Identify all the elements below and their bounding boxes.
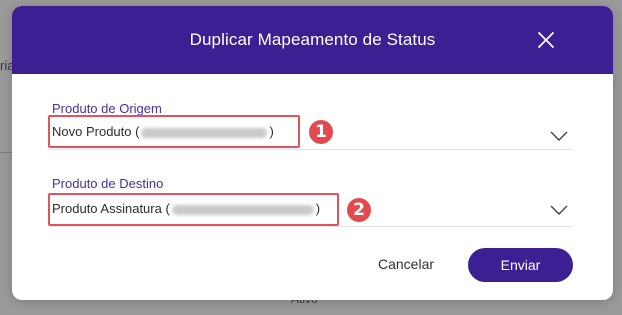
background-divider [0, 152, 12, 153]
origin-highlight-box [48, 115, 300, 148]
close-button[interactable] [534, 28, 558, 52]
destination-product-label: Produto de Destino [52, 176, 164, 191]
destination-highlight-box [48, 193, 339, 226]
chevron-down-icon[interactable] [549, 204, 569, 216]
cancel-button[interactable]: Cancelar [368, 256, 444, 276]
chevron-down-icon[interactable] [549, 130, 569, 142]
origin-field-underline [49, 149, 572, 150]
send-button[interactable]: Enviar [468, 248, 573, 282]
origin-product-label: Produto de Origem [52, 101, 162, 116]
modal-header: Duplicar Mapeamento de Status [12, 6, 613, 74]
close-icon [538, 32, 554, 48]
modal-title: Duplicar Mapeamento de Status [189, 30, 436, 49]
step-badge-1: 1 [309, 120, 333, 144]
step-badge-2: 2 [347, 198, 371, 222]
destination-field-underline [49, 226, 572, 227]
duplicate-status-mapping-modal: Duplicar Mapeamento de Status Produto de… [12, 6, 613, 300]
